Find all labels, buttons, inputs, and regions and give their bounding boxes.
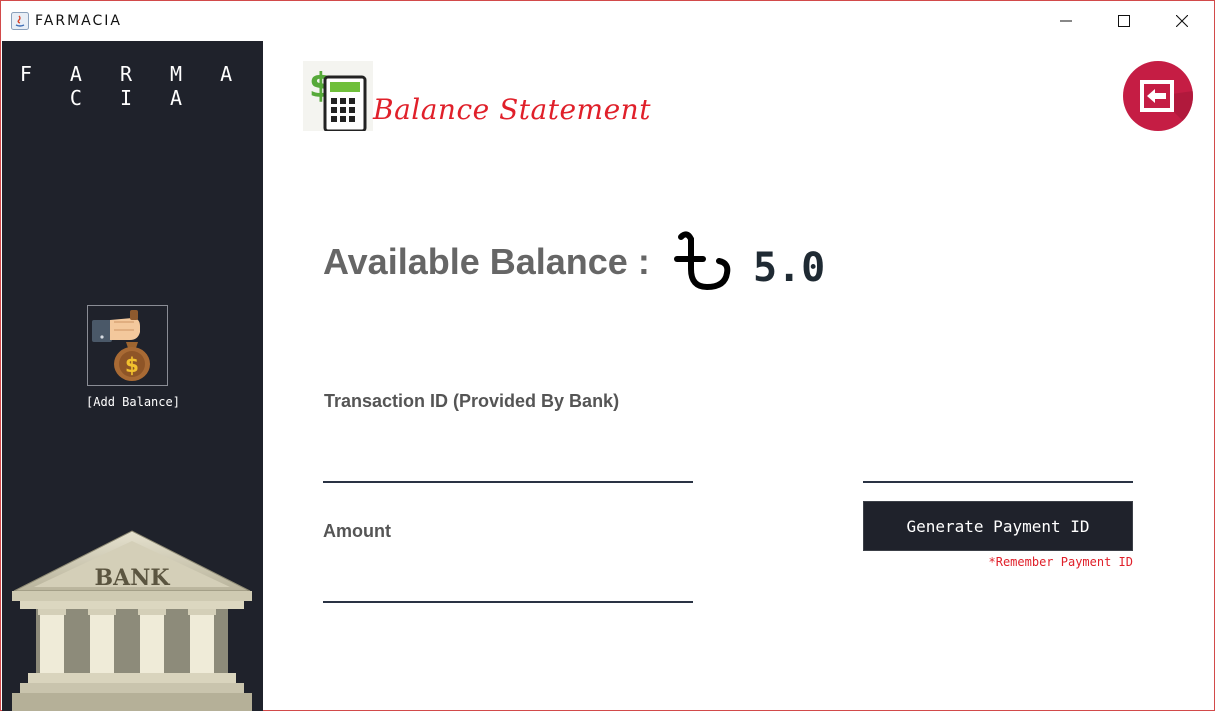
bank-sign-text: BANK	[95, 565, 171, 591]
back-button[interactable]	[1123, 61, 1193, 131]
window-title: FARMACIA	[35, 13, 122, 29]
add-balance-label: [Add Balance]	[86, 395, 180, 409]
amount-input[interactable]	[323, 579, 693, 603]
page-title: Balance Statement	[373, 93, 651, 126]
transaction-id-label: Transaction ID (Provided By Bank)	[324, 391, 620, 411]
amount-label: Amount	[323, 521, 391, 541]
exit-arrow-icon	[1140, 80, 1193, 131]
maximize-icon	[1118, 15, 1130, 27]
taka-icon	[674, 231, 731, 291]
close-icon	[1176, 15, 1188, 27]
available-balance-value: 5.0	[753, 245, 826, 291]
calculator-dollar-icon: $	[303, 61, 373, 133]
maximize-button[interactable]	[1095, 1, 1153, 41]
payment-id-field[interactable]	[863, 459, 1133, 483]
app-window: FARMACIA F A R M A C I A $ [Add Balance]…	[0, 0, 1215, 711]
java-app-icon	[11, 12, 29, 30]
sidebar-brand: F A R M A C I A	[19, 62, 246, 110]
close-button[interactable]	[1153, 1, 1211, 41]
add-balance-button[interactable]: $	[87, 305, 168, 386]
minimize-button[interactable]	[1037, 1, 1095, 41]
svg-text:$: $	[125, 353, 139, 377]
generate-payment-id-button[interactable]: Generate Payment ID	[863, 501, 1133, 551]
minimize-icon	[1060, 20, 1072, 22]
transaction-id-input[interactable]	[323, 459, 693, 483]
remember-payment-id-note: *Remember Payment ID	[988, 555, 1134, 569]
available-balance-label: Available Balance :	[323, 241, 650, 282]
money-bag-hand-icon: $	[92, 310, 150, 381]
bank-building-icon: BANK	[12, 530, 252, 711]
sidebar: F A R M A C I A $ [Add Balance] BANK	[2, 41, 263, 711]
title-bar: FARMACIA	[1, 1, 1214, 41]
